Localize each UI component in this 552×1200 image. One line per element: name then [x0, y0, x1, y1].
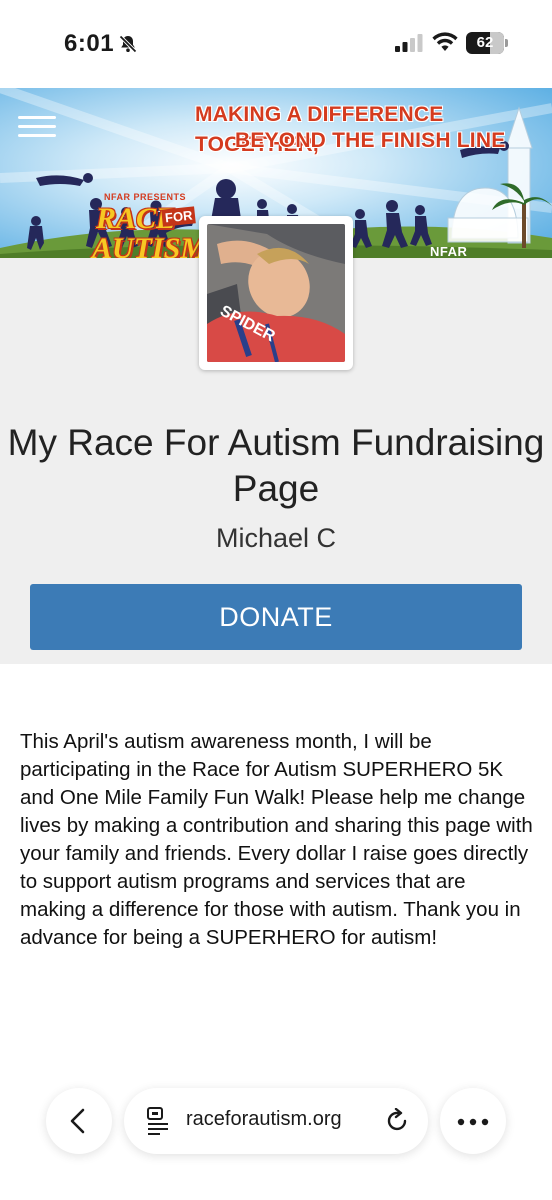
hamburger-menu-button[interactable]: [18, 116, 58, 140]
url-text[interactable]: raceforautism.org: [186, 1108, 342, 1131]
cellular-signal-icon: [395, 34, 423, 52]
battery-body: 62: [466, 32, 504, 54]
wifi-icon: [432, 32, 458, 51]
logo-autism-text: AUTISM: [92, 232, 208, 258]
profile-photo: SPIDER: [207, 224, 345, 362]
browser-more-button[interactable]: [440, 1088, 506, 1154]
avatar: SPIDER: [199, 216, 353, 370]
bell-muted-icon: [119, 35, 137, 53]
logo-presents: NFAR PRESENTS: [104, 192, 187, 202]
page-title: My Race For Autism Fundraising Page: [7, 422, 545, 509]
banner-nfar-tag: NFAR: [430, 244, 468, 259]
battery-tip: [505, 39, 508, 47]
reload-icon[interactable]: [386, 1108, 410, 1134]
browser-back-button[interactable]: [46, 1088, 112, 1154]
menu-icon-bar-top: [18, 116, 56, 119]
chevron-left-icon: [70, 1108, 85, 1134]
race-for-autism-logo: NFAR PRESENTS RACE FOR AUTISM: [92, 192, 207, 258]
battery-indicator: 62: [466, 32, 508, 54]
menu-icon-bar-middle: [18, 125, 56, 128]
status-time: 6:01: [64, 30, 115, 57]
logo-for-text: FOR: [161, 206, 197, 227]
more-dots-icon: [457, 1118, 489, 1126]
page-settings-icon: [147, 1107, 168, 1135]
status-bar: 6:01 62: [0, 0, 552, 88]
fundraiser-name: Michael C: [215, 523, 337, 553]
battery-level: 62: [476, 34, 494, 51]
banner-headline-line2: BEYOND THE FINISH LINE: [235, 129, 506, 152]
menu-icon-bar-bottom: [18, 134, 56, 137]
address-bar[interactable]: raceforautism.org: [124, 1088, 428, 1154]
donate-button[interactable]: DONATE: [30, 584, 522, 650]
fundraiser-story: This April's autism awareness month, I w…: [20, 730, 533, 949]
